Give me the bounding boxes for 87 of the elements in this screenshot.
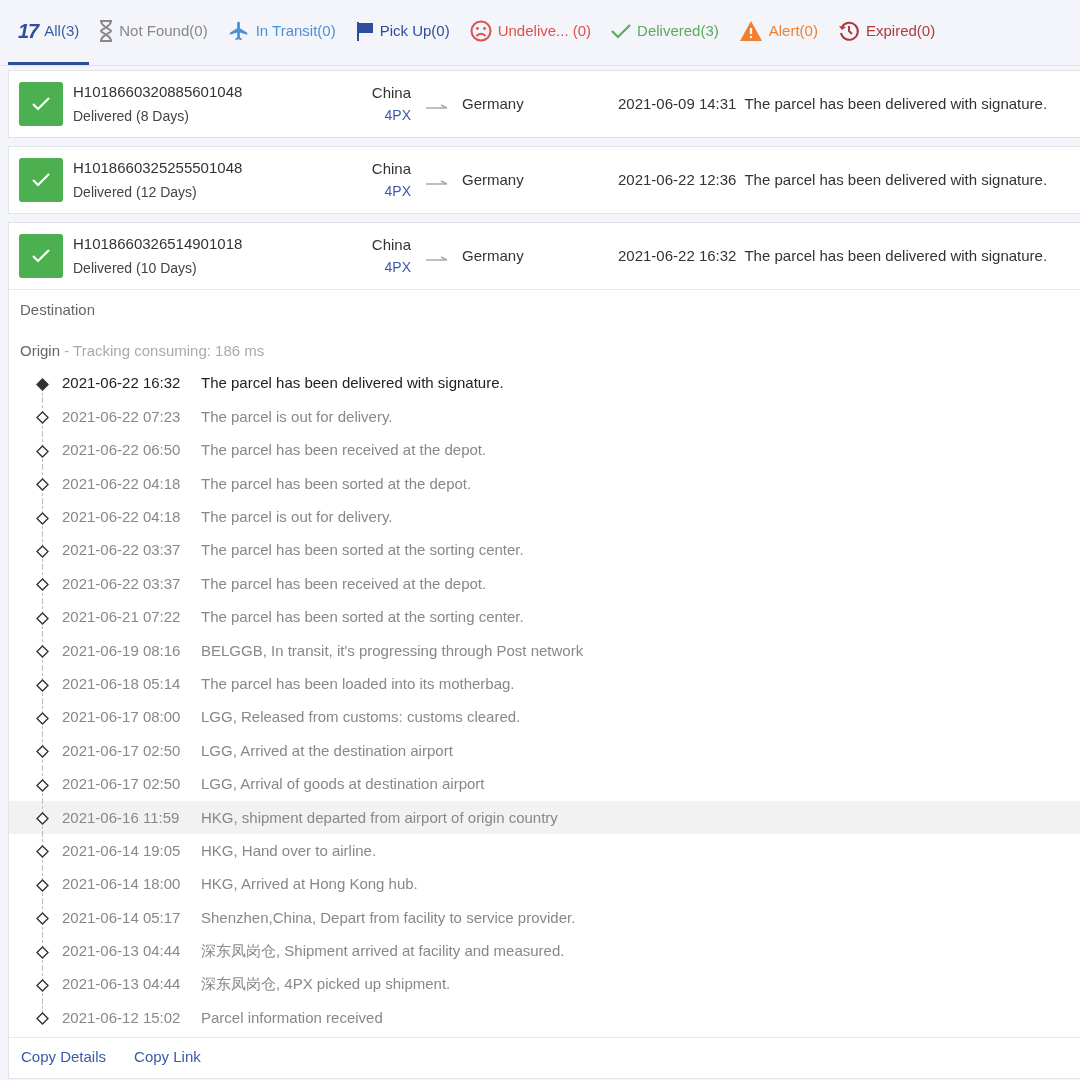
event-text: The parcel has been sorted at the sorting center. xyxy=(201,607,524,628)
event-text: Shenzhen,China, Depart from facility to service provider. xyxy=(201,907,576,928)
destination-label: Destination xyxy=(20,300,96,320)
event-time: 2021-06-17 08:00 xyxy=(62,707,182,728)
checkmark-icon xyxy=(611,23,632,39)
event-text: The parcel has been received at the depot. xyxy=(201,440,487,461)
event-time: 2021-06-18 05:14 xyxy=(62,673,182,694)
filter-tab[interactable]: Undelive... (0) xyxy=(459,0,602,65)
event-text: The parcel is out for delivery. xyxy=(201,406,393,427)
copy-link[interactable]: Copy Details xyxy=(21,1045,107,1069)
event-time: 2021-06-13 04:44 xyxy=(62,974,182,995)
event-time: 2021-06-13 04:44 xyxy=(62,941,182,962)
event-text: The parcel has been loaded into its motherbag. xyxy=(201,673,515,694)
origin-country: China xyxy=(371,235,411,256)
event-time: 2021-06-22 03:37 xyxy=(62,573,182,594)
event-text: The parcel is out for delivery. xyxy=(201,507,393,527)
event-text: The parcel has been sorted at the sorting center. xyxy=(201,540,524,561)
warning-icon xyxy=(738,20,763,42)
event-time: 2021-06-22 07:23 xyxy=(62,406,182,427)
event-text: The parcel has been received at the depot. xyxy=(201,573,487,594)
status-text: Delivered (12 Days) xyxy=(73,182,198,202)
logo: 17 xyxy=(18,19,39,44)
origin-label: Origin xyxy=(20,340,60,361)
arrow-icon xyxy=(426,104,448,110)
filter-tab[interactable]: Pick Up(0) xyxy=(345,0,460,65)
tracking-number: H1018660326514901018 xyxy=(73,234,244,255)
event-time: 2021-06-22 06:50 xyxy=(62,440,182,461)
event-time: 2021-06-19 08:16 xyxy=(62,640,182,661)
tracking-number: H1018660320885601048 xyxy=(73,82,244,103)
event-time: 2021-06-17 02:50 xyxy=(62,774,182,795)
event-text: LGG, Arrival of goods at destination airport xyxy=(201,774,485,795)
arrow-icon xyxy=(426,180,448,186)
event-time: 2021-06-22 04:18 xyxy=(62,507,182,527)
event-text: The parcel has been delivered with signature. xyxy=(744,245,1048,266)
airplane-icon xyxy=(227,20,250,42)
event-time: 2021-06-22 04:18 xyxy=(62,473,182,494)
status-icon xyxy=(19,82,63,126)
copy-link[interactable]: Copy Link xyxy=(134,1045,201,1069)
arrow-icon xyxy=(426,256,448,262)
status-icon xyxy=(19,234,63,278)
tracking-note: - Tracking consuming: 186 ms xyxy=(63,340,265,361)
hourglass-icon xyxy=(99,20,114,42)
event-time: 2021-06-22 03:37 xyxy=(62,540,182,561)
event-time: 2021-06-22 12:36 xyxy=(618,169,737,190)
event-text: The parcel has been delivered with signature. xyxy=(744,93,1048,114)
event-text: LGG, Arrived at the destination airport xyxy=(201,740,453,761)
status-icon xyxy=(19,158,63,202)
status-text: Delivered (8 Days) xyxy=(73,106,190,126)
event-time: 2021-06-09 14:31 xyxy=(618,93,737,114)
event-text: 深东凤岗仓, Shipment arrived at facility and measured. xyxy=(201,941,565,962)
filter-tab[interactable]: Expired(0) xyxy=(827,0,946,65)
event-text: HKG, Arrived at Hong Kong hub. xyxy=(201,874,418,895)
shipment-card[interactable]: H1018660325255501048 Delivered (12 Days) China 4PX Germany 2021-06-22 12:36 The parcel has been delivered with signature. xyxy=(8,146,1080,214)
event-time: 2021-06-21 07:22 xyxy=(62,607,182,628)
event-time: 2021-06-14 05:17 xyxy=(62,907,182,928)
history-icon xyxy=(837,20,860,42)
tracking-number: H1018660325255501048 xyxy=(73,158,244,179)
sad-face-icon xyxy=(469,20,492,42)
event-time: 2021-06-16 11:59 xyxy=(62,807,181,828)
destination-country: Germany xyxy=(462,169,525,190)
destination-country: Germany xyxy=(462,245,525,266)
shipment-card[interactable] xyxy=(8,222,1080,1080)
event-text: 深东凤岗仓, 4PX picked up shipment. xyxy=(201,974,451,995)
origin-country: China xyxy=(371,83,411,104)
event-time: 2021-06-17 02:50 xyxy=(62,740,182,761)
filter-tab[interactable]: 17 All(3) xyxy=(8,0,90,65)
status-text: Delivered (10 Days) xyxy=(73,258,198,278)
carrier-name: 4PX xyxy=(384,181,411,201)
origin-country: China xyxy=(371,159,411,180)
event-time: 2021-06-14 19:05 xyxy=(62,840,182,861)
event-text: HKG, shipment departed from airport of origin country xyxy=(201,807,558,828)
event-text: HKG, Hand over to airline. xyxy=(201,840,377,861)
event-text: LGG, Released from customs: customs cleared. xyxy=(201,707,521,728)
event-text: Parcel information received xyxy=(201,1007,383,1028)
destination-country: Germany xyxy=(462,93,525,114)
shipment-card[interactable]: H1018660320885601048 Delivered (8 Days) China 4PX Germany 2021-06-09 14:31 The parcel has been delivered with signature. xyxy=(8,70,1080,138)
event-time: 2021-06-14 18:00 xyxy=(62,874,182,895)
event-time: 2021-06-22 16:32 xyxy=(618,245,737,266)
event-time: 2021-06-22 16:32 xyxy=(62,373,182,394)
event-time: 2021-06-12 15:02 xyxy=(62,1007,182,1028)
event-text: The parcel has been sorted at the depot. xyxy=(201,473,472,494)
carrier-name: 4PX xyxy=(384,105,411,125)
event-text: The parcel has been delivered with signature. xyxy=(201,373,504,394)
carrier-name: 4PX xyxy=(384,257,411,277)
flag-icon xyxy=(355,21,374,41)
event-text: The parcel has been delivered with signature. xyxy=(744,169,1048,190)
event-text: BELGGB, In transit, it's progressing through Post network xyxy=(201,640,584,661)
